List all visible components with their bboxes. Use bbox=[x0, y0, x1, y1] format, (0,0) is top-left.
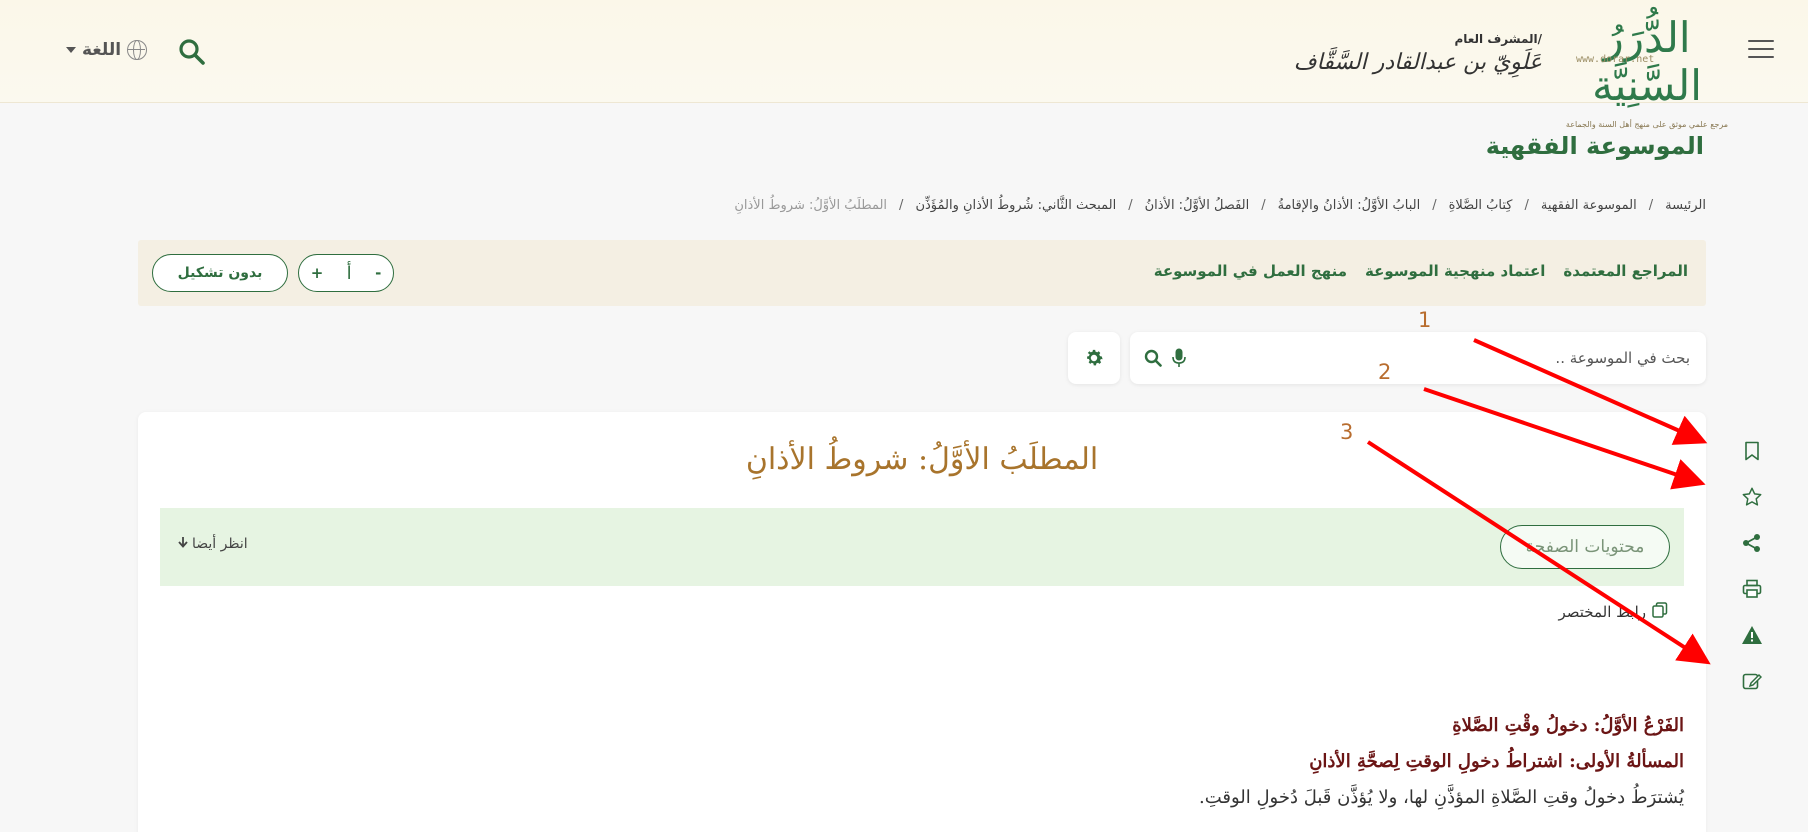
breadcrumb-separator: / bbox=[1128, 198, 1133, 213]
breadcrumb-item-section[interactable]: الفَصلُ الأوَّلُ: الأذانُ bbox=[1145, 198, 1250, 213]
globe-icon bbox=[127, 40, 148, 60]
copy-icon bbox=[1652, 602, 1668, 622]
site-header: الدُّرَرُ السَّنِيَّة www.dorar.net مرجع… bbox=[0, 0, 1808, 130]
microphone-icon[interactable] bbox=[1172, 348, 1186, 372]
breadcrumb-item-current: المطلَبُ الأوَّلُ: شروطُ الأذانِ bbox=[734, 198, 888, 213]
links-list: المراجع المعتمدة اعتماد منهجية الموسوعة … bbox=[1154, 262, 1688, 280]
chevron-down-icon bbox=[66, 47, 76, 53]
side-toolbar bbox=[1738, 428, 1766, 704]
encyclopedia-search bbox=[1130, 332, 1706, 384]
search-icon[interactable] bbox=[1144, 349, 1162, 371]
article-title: المطلَبُ الأوَّلُ: شروطُ الأذانِ bbox=[745, 442, 1099, 477]
links-bar: المراجع المعتمدة اعتماد منهجية الموسوعة … bbox=[138, 240, 1706, 306]
no-tashkeel-button[interactable]: بدون تشكيل bbox=[152, 254, 288, 292]
site-logo[interactable]: الدُّرَرُ السَّنِيَّة www.dorar.net مرجع… bbox=[1562, 14, 1732, 130]
gear-icon bbox=[1087, 349, 1103, 366]
breadcrumb-item-book[interactable]: كِتابُ الصَّلاةِ bbox=[1449, 198, 1513, 213]
link-approved-references[interactable]: المراجع المعتمدة bbox=[1563, 262, 1688, 280]
see-also-label: انظر أيضا bbox=[192, 536, 248, 552]
breadcrumb-item-chapter[interactable]: البابُ الأوَّلُ: الأذانُ والإقامةُ bbox=[1278, 198, 1421, 213]
short-link[interactable]: رابط المختصر bbox=[1559, 602, 1669, 622]
issue-heading: المسألةُ الأولى: اشتراطُ دخولِ الوقتِ لِ… bbox=[1309, 751, 1684, 772]
supervisor-name: عَلَوِيّ بن عبدالقادر السَّقَّاف bbox=[1293, 50, 1542, 75]
breadcrumb: الرئيسة / الموسوعة الفقهية / كِتابُ الصَّل… bbox=[734, 198, 1706, 213]
font-glyph: أ bbox=[346, 262, 352, 284]
breadcrumb-item-topic[interactable]: المبحث الثَّاني: شُروطُ الأذانِ والمُؤَذ… bbox=[915, 198, 1116, 213]
short-link-label: رابط المختصر bbox=[1558, 603, 1647, 621]
settings-button[interactable] bbox=[1068, 332, 1120, 384]
language-label: اللغة bbox=[82, 40, 122, 60]
see-also-toggle[interactable]: انظر أيضا bbox=[178, 536, 248, 552]
breadcrumb-separator: / bbox=[899, 198, 904, 213]
page-title: الموسوعة الفقهية bbox=[1485, 132, 1704, 160]
breadcrumb-separator: / bbox=[1648, 198, 1654, 213]
supervisor-block: المشرف العام/ عَلَوِيّ بن عبدالقادر السَ… bbox=[1293, 32, 1542, 75]
language-selector[interactable]: اللغة bbox=[66, 40, 148, 60]
breadcrumb-item-home[interactable]: الرئيسة bbox=[1665, 198, 1706, 213]
link-methodology-approval[interactable]: اعتماد منهجية الموسوعة bbox=[1365, 262, 1545, 280]
annotation-number-3: 3 bbox=[1340, 420, 1354, 444]
breadcrumb-separator: / bbox=[1432, 198, 1437, 213]
font-decrease-button[interactable]: - bbox=[375, 264, 381, 282]
annotation-number-1: 1 bbox=[1418, 308, 1432, 332]
print-icon[interactable] bbox=[1738, 566, 1766, 612]
section-heading: الفَرْعُ الأوَّلُ: دخولُ وقْتِ الصَّلاةِ bbox=[1452, 715, 1684, 736]
share-icon[interactable] bbox=[1738, 520, 1766, 566]
hamburger-menu-icon[interactable] bbox=[1748, 40, 1774, 62]
star-icon[interactable] bbox=[1738, 474, 1766, 520]
article-card: المطلَبُ الأوَّلُ: شروطُ الأذانِ محتويات… bbox=[138, 412, 1706, 832]
breadcrumb-item-encyclopedia[interactable]: الموسوعة الفقهية bbox=[1541, 198, 1637, 213]
font-increase-button[interactable]: + bbox=[311, 264, 324, 282]
bookmark-icon[interactable] bbox=[1738, 428, 1766, 474]
article-paragraph: يُشترَطُ دخولُ وقتِ الصَّلاةِ المؤذَّنِ … bbox=[1198, 787, 1684, 808]
arrow-down-icon bbox=[178, 536, 188, 552]
annotation-number-2: 2 bbox=[1378, 360, 1392, 384]
page-contents-button[interactable]: محتويات الصفحة bbox=[1500, 525, 1670, 569]
breadcrumb-separator: / bbox=[1261, 198, 1266, 213]
logo-tagline: مرجع علمي موثق على منهج أهل السنة والجما… bbox=[1565, 120, 1729, 129]
logo-url: www.dorar.net bbox=[1576, 54, 1655, 65]
search-input[interactable] bbox=[1220, 344, 1690, 372]
supervisor-role: المشرف العام/ bbox=[1454, 32, 1542, 46]
warning-icon[interactable] bbox=[1738, 612, 1766, 658]
header-search-icon[interactable] bbox=[178, 38, 206, 70]
see-also-bar: محتويات الصفحة انظر أيضا bbox=[160, 508, 1684, 586]
font-size-control: + أ - bbox=[298, 254, 394, 292]
link-work-methodology[interactable]: منهج العمل في الموسوعة bbox=[1154, 262, 1347, 280]
breadcrumb-separator: / bbox=[1524, 198, 1529, 213]
article-body: الفَرْعُ الأوَّلُ: دخولُ وقْتِ الصَّلاةِ… bbox=[284, 708, 1684, 816]
edit-icon[interactable] bbox=[1738, 658, 1766, 704]
